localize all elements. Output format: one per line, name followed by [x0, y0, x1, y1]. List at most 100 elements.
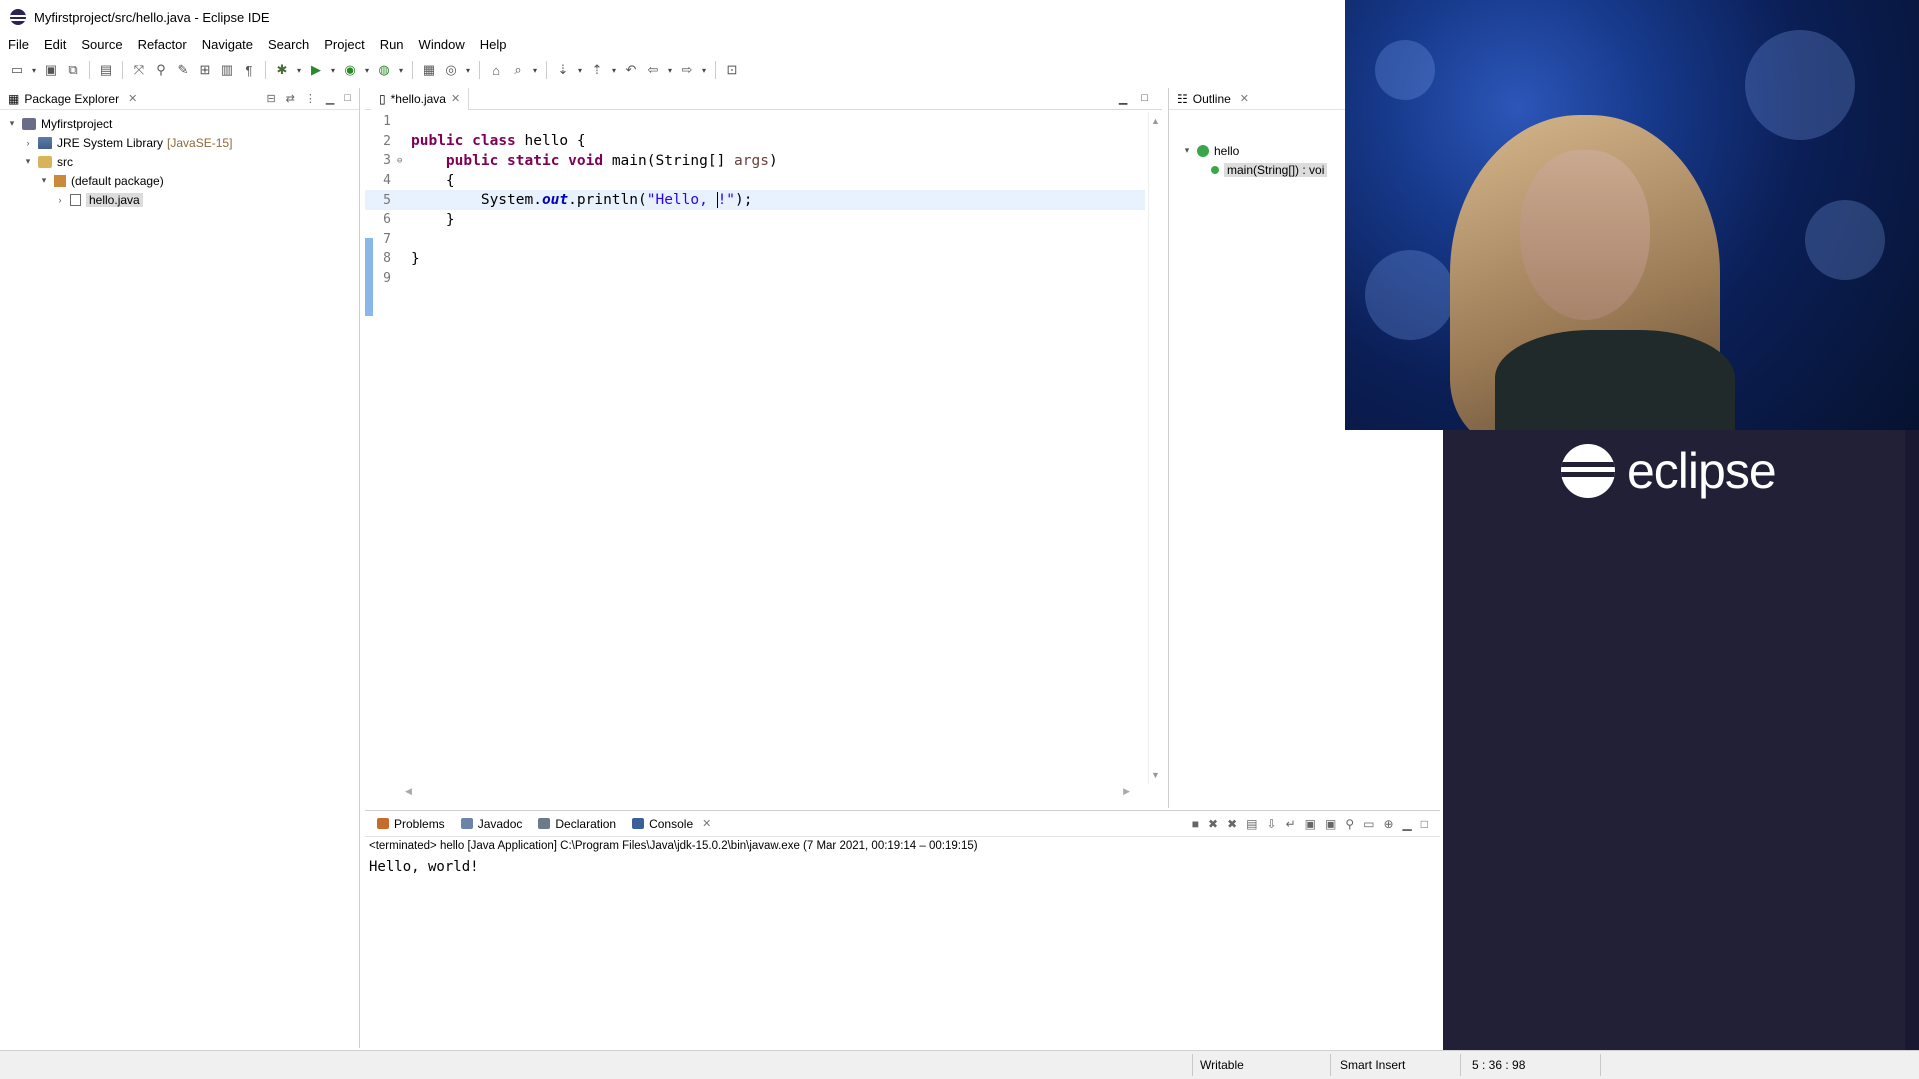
show-whitespace-icon[interactable]: ¶: [240, 61, 258, 79]
expand-toggle-icon[interactable]: ▾: [38, 175, 50, 186]
minimize-icon[interactable]: ▁: [1403, 817, 1412, 831]
pin-icon[interactable]: ⚲: [152, 61, 170, 79]
tab-console[interactable]: Console ✕: [624, 817, 719, 831]
menu-run[interactable]: Run: [380, 37, 404, 52]
scroll-up-icon[interactable]: ▲: [1151, 116, 1160, 126]
debug-dropdown-icon[interactable]: ▾: [295, 61, 303, 79]
tab-outline[interactable]: ☷ Outline ✕: [1177, 92, 1249, 106]
menu-window[interactable]: Window: [419, 37, 465, 52]
remove-all-launches-icon[interactable]: ✖: [1227, 817, 1237, 831]
open-perspective-icon[interactable]: ⊡: [723, 61, 741, 79]
scroll-right-icon[interactable]: ▶: [1123, 786, 1130, 797]
code-line[interactable]: 5 System.out.println("Hello, !");: [365, 190, 1145, 210]
tree-item-default-package[interactable]: ▾ (default package): [0, 171, 359, 190]
tab-problems[interactable]: Problems: [369, 817, 453, 831]
view-menu-icon[interactable]: ⋮: [305, 92, 316, 105]
code-line[interactable]: 9: [365, 269, 1145, 289]
minimize-icon[interactable]: ▁: [326, 92, 334, 105]
code-line[interactable]: 4 {: [365, 171, 1145, 191]
menu-file[interactable]: File: [8, 37, 29, 52]
tree-item-src[interactable]: ▾ src: [0, 152, 359, 171]
status-insert-mode[interactable]: Smart Insert: [1340, 1058, 1405, 1072]
terminate-icon[interactable]: ■: [1192, 817, 1199, 831]
tree-item-hello-java[interactable]: › hello.java: [0, 190, 359, 209]
word-wrap-icon[interactable]: ▥: [218, 61, 236, 79]
fold-toggle-icon[interactable]: ⊖: [397, 156, 407, 166]
code-line[interactable]: 2 public class hello {: [365, 132, 1145, 152]
expand-toggle-icon[interactable]: ›: [54, 195, 66, 205]
tab-package-explorer[interactable]: ▦ Package Explorer ✕: [8, 92, 137, 106]
run-dropdown-icon[interactable]: ▾: [329, 61, 337, 79]
save-icon[interactable]: ▣: [42, 61, 60, 79]
block-selection-icon[interactable]: ⊞: [196, 61, 214, 79]
maximize-icon[interactable]: □: [1141, 92, 1148, 105]
show-on-output-icon[interactable]: ▣: [1305, 817, 1316, 831]
menu-help[interactable]: Help: [480, 37, 507, 52]
external-tools-dropdown-icon[interactable]: ▾: [397, 61, 405, 79]
expand-toggle-icon[interactable]: ▾: [1181, 145, 1193, 156]
back-dropdown-icon[interactable]: ▾: [666, 61, 674, 79]
editor-vertical-scrollbar[interactable]: ▲ ▼: [1148, 112, 1162, 784]
search-dropdown-icon[interactable]: ▾: [531, 61, 539, 79]
scroll-down-icon[interactable]: ▼: [1151, 770, 1160, 780]
tree-item-project[interactable]: ▾ Myfirstproject: [0, 114, 359, 133]
coverage-dropdown-icon[interactable]: ▾: [363, 61, 371, 79]
display-console-icon[interactable]: ▭: [1363, 817, 1374, 831]
menu-refactor[interactable]: Refactor: [138, 37, 187, 52]
tab-hello-java[interactable]: ▯ *hello.java ✕: [371, 87, 470, 110]
code-line[interactable]: 3 ⊖ public static void main(String[] args…: [365, 151, 1145, 171]
coverage-icon[interactable]: ◉: [341, 61, 359, 79]
back-to-icon[interactable]: ⇦: [644, 61, 662, 79]
expand-toggle-icon[interactable]: ›: [22, 138, 34, 148]
menu-source[interactable]: Source: [81, 37, 122, 52]
scroll-left-icon[interactable]: ◀: [405, 786, 412, 797]
skip-breakpoints-icon[interactable]: ⤧: [130, 61, 148, 79]
maximize-icon[interactable]: □: [344, 92, 351, 105]
remove-launch-icon[interactable]: ✖: [1208, 817, 1218, 831]
next-annotation-dropdown-icon[interactable]: ▾: [576, 61, 584, 79]
close-icon[interactable]: ✕: [702, 817, 711, 830]
menu-project[interactable]: Project: [324, 37, 364, 52]
show-on-error-icon[interactable]: ▣: [1325, 817, 1336, 831]
new-icon[interactable]: ▭: [8, 61, 26, 79]
close-icon[interactable]: ✕: [451, 92, 460, 105]
debug-icon[interactable]: ✱: [273, 61, 291, 79]
collapse-all-icon[interactable]: ⊟: [266, 92, 275, 105]
close-icon[interactable]: ✕: [1240, 92, 1249, 105]
expand-toggle-icon[interactable]: ▾: [22, 156, 34, 167]
new-java-package-icon[interactable]: ▦: [420, 61, 438, 79]
mark-occurrences-icon[interactable]: ✎: [174, 61, 192, 79]
last-edit-location-icon[interactable]: ↶: [622, 61, 640, 79]
link-with-editor-icon[interactable]: ⇄: [286, 92, 295, 105]
minimize-icon[interactable]: ▁: [1119, 92, 1127, 105]
expand-toggle-icon[interactable]: ▾: [6, 118, 18, 129]
new-dropdown-icon[interactable]: ▾: [30, 61, 38, 79]
tab-declaration[interactable]: Declaration: [530, 817, 624, 831]
previous-annotation-dropdown-icon[interactable]: ▾: [610, 61, 618, 79]
word-wrap-icon[interactable]: ↵: [1286, 817, 1296, 831]
code-line[interactable]: 6 }: [365, 210, 1145, 230]
menu-search[interactable]: Search: [268, 37, 309, 52]
new-class-dropdown-icon[interactable]: ▾: [464, 61, 472, 79]
scroll-lock-icon[interactable]: ⇩: [1267, 817, 1277, 831]
new-java-class-icon[interactable]: ◎: [442, 61, 460, 79]
pin-console-icon[interactable]: ⚲: [1345, 817, 1354, 831]
forward-to-icon[interactable]: ⇨: [678, 61, 696, 79]
console-output[interactable]: Hello, world!: [365, 855, 1440, 879]
code-line[interactable]: 8}: [365, 249, 1145, 269]
terminal-icon[interactable]: ▤: [97, 61, 115, 79]
search-icon[interactable]: ⌕: [509, 61, 527, 79]
save-all-icon[interactable]: ⧉: [64, 61, 82, 79]
code-line[interactable]: 7: [365, 230, 1145, 250]
tab-javadoc[interactable]: Javadoc: [453, 817, 531, 831]
forward-dropdown-icon[interactable]: ▾: [700, 61, 708, 79]
clear-console-icon[interactable]: ▤: [1246, 817, 1257, 831]
code-line[interactable]: 1: [365, 112, 1145, 132]
run-icon[interactable]: ▶: [307, 61, 325, 79]
open-console-icon[interactable]: ⊕: [1383, 817, 1393, 831]
open-type-icon[interactable]: ⌂: [487, 61, 505, 79]
close-icon[interactable]: ✕: [128, 92, 137, 105]
tree-item-jre-library[interactable]: › JRE System Library [JavaSE-15]: [0, 133, 359, 152]
menu-navigate[interactable]: Navigate: [202, 37, 253, 52]
menu-edit[interactable]: Edit: [44, 37, 66, 52]
